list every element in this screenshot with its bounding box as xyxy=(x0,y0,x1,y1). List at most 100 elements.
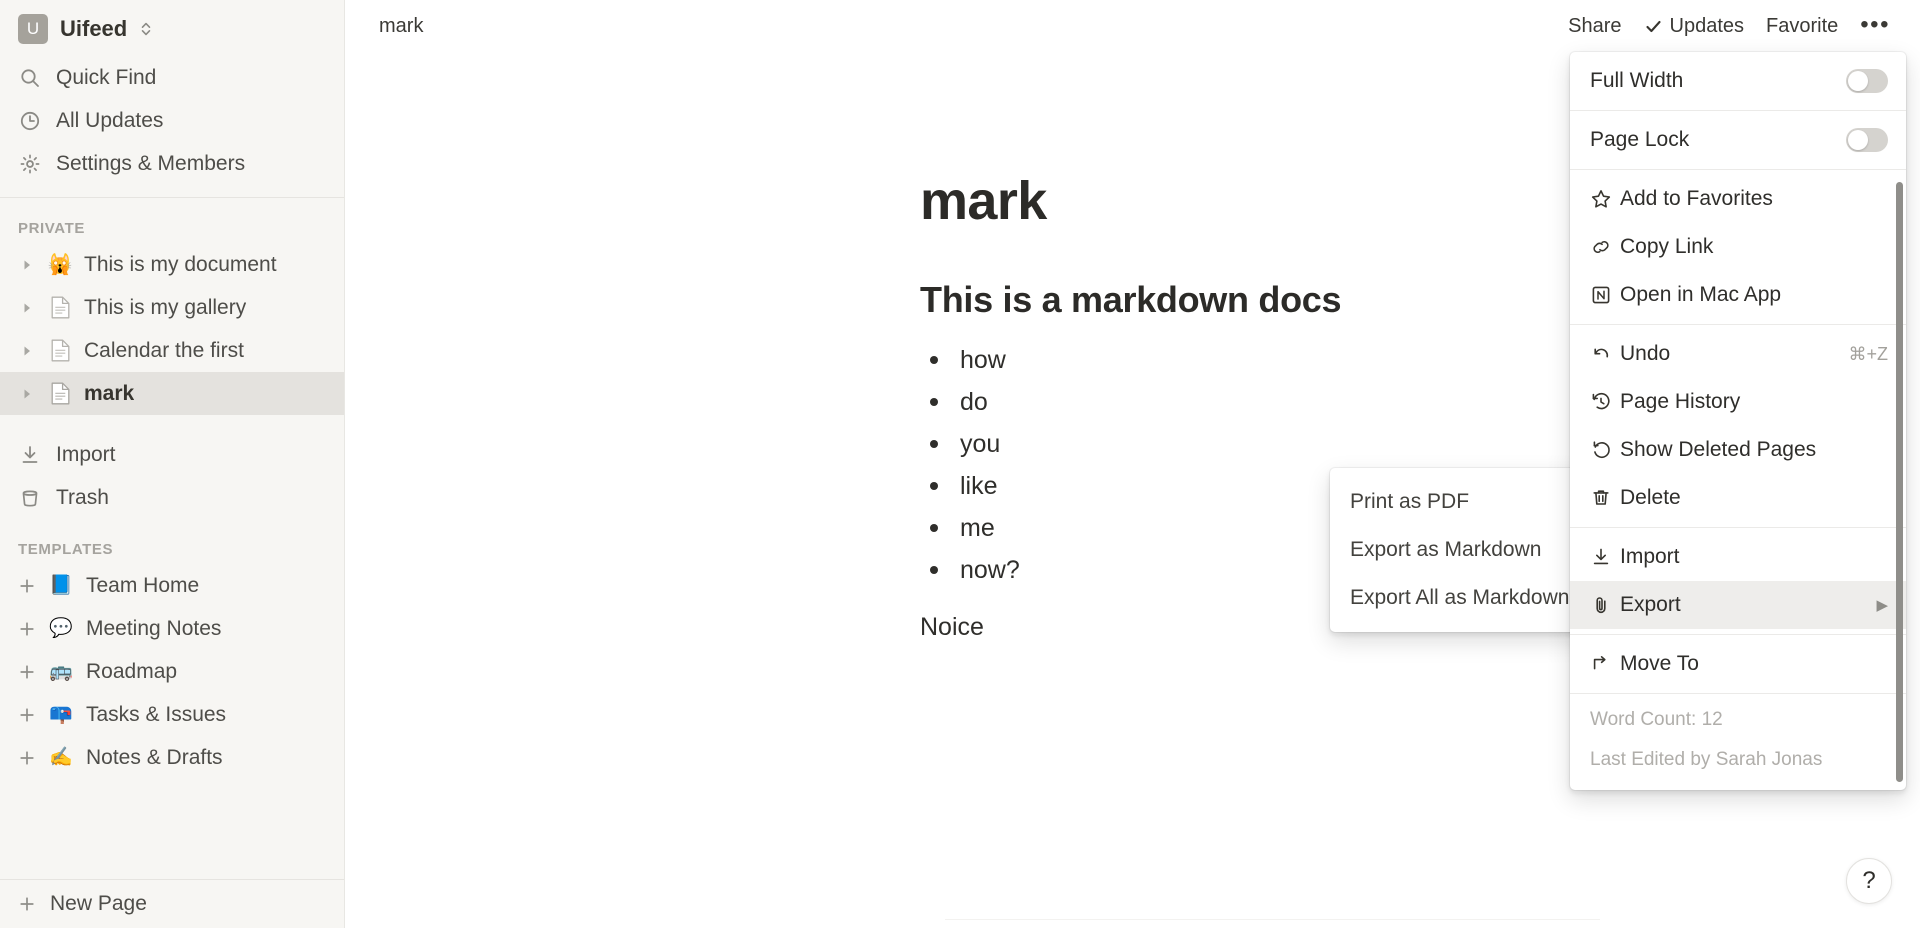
sidebar-item-settings-members[interactable]: Settings & Members xyxy=(0,142,344,185)
bullet-icon xyxy=(930,398,938,407)
menu-item-undo[interactable]: Undo ⌘+Z xyxy=(1570,330,1906,378)
topbar-actions: Share Updates Favorite ••• xyxy=(1560,10,1898,43)
sidebar-item-quick-find[interactable]: Quick Find xyxy=(0,56,344,99)
plus-icon[interactable] xyxy=(18,706,36,724)
sidebar-template-label: Team Home xyxy=(86,573,200,597)
menu-item-copy-link[interactable]: Copy Link xyxy=(1570,223,1906,271)
app-root: U Uifeed Quick Find All Updates Settings… xyxy=(0,0,1920,928)
menu-item-open-in-mac-app[interactable]: Open in Mac App xyxy=(1570,271,1906,319)
sidebar-template-label: Tasks & Issues xyxy=(86,702,227,726)
menu-item-label: Move To xyxy=(1620,652,1699,675)
sidebar-template-meeting-notes[interactable]: 💬 Meeting Notes xyxy=(0,607,344,650)
menu-item-show-deleted-pages[interactable]: Show Deleted Pages xyxy=(1570,426,1906,474)
template-team-home-icon: 📘 xyxy=(49,575,73,596)
clock-icon xyxy=(18,109,42,133)
full-width-toggle[interactable] xyxy=(1846,69,1888,93)
page-options-menu: Full Width Page Lock Add to Favorites Co… xyxy=(1570,52,1906,790)
plus-icon[interactable] xyxy=(18,620,36,638)
breadcrumb[interactable]: mark xyxy=(373,11,429,42)
sidebar-page-calendar-the-first[interactable]: Calendar the first xyxy=(0,329,344,372)
trash-icon xyxy=(18,486,42,510)
menu-item-export[interactable]: Export ▶ xyxy=(1570,581,1906,629)
menu-section-history: Undo ⌘+Z Page History Show Deleted Pages… xyxy=(1570,324,1906,527)
move-to-icon xyxy=(1590,653,1620,675)
chevron-right-icon[interactable] xyxy=(18,256,36,274)
menu-item-page-lock[interactable]: Page Lock xyxy=(1570,116,1906,164)
new-page-button[interactable]: New Page xyxy=(0,880,344,928)
menu-section-toggles: Full Width xyxy=(1570,52,1906,110)
ellipsis-icon[interactable]: ••• xyxy=(1852,13,1898,38)
sidebar-template-team-home[interactable]: 📘 Team Home xyxy=(0,564,344,607)
menu-item-label: Undo xyxy=(1620,342,1671,365)
updates-button[interactable]: Updates xyxy=(1636,10,1753,43)
list-item-label: how xyxy=(960,345,1006,374)
sidebar-item-trash[interactable]: Trash xyxy=(0,476,344,519)
sidebar-item-label: Import xyxy=(56,442,116,466)
workspace-switcher[interactable]: U Uifeed xyxy=(0,0,344,56)
help-button[interactable]: ? xyxy=(1846,858,1892,904)
menu-scrollbar[interactable] xyxy=(1896,182,1903,782)
plus-icon[interactable] xyxy=(18,663,36,681)
sidebar-item-import[interactable]: Import xyxy=(0,433,344,476)
sidebar-footer: New Page xyxy=(0,879,344,928)
search-icon xyxy=(18,66,42,90)
menu-footer: Word Count: 12 Last Edited by Sarah Jona… xyxy=(1570,693,1906,790)
top-bar: mark Share Updates Favorite ••• xyxy=(345,0,1920,52)
menu-item-delete[interactable]: Delete xyxy=(1570,474,1906,522)
bullet-icon xyxy=(930,524,938,533)
workspace-avatar: U xyxy=(18,14,48,44)
menu-item-add-to-favorites[interactable]: Add to Favorites xyxy=(1570,175,1906,223)
import-icon xyxy=(1590,546,1620,568)
bottom-divider xyxy=(945,919,1600,920)
updates-label: Updates xyxy=(1669,14,1745,37)
chevron-right-icon[interactable] xyxy=(18,385,36,403)
template-roadmap-icon: 🚌 xyxy=(49,661,73,682)
menu-item-full-width[interactable]: Full Width xyxy=(1570,57,1906,105)
sidebar-section-private-title: PRIVATE xyxy=(18,220,85,237)
favorite-button[interactable]: Favorite xyxy=(1758,10,1846,43)
gear-icon xyxy=(18,152,42,176)
template-meeting-notes-icon: 💬 xyxy=(49,618,73,639)
template-tasks-issues-icon: 📪 xyxy=(49,704,73,725)
plus-icon xyxy=(18,895,36,913)
share-button[interactable]: Share xyxy=(1560,10,1629,43)
plus-icon[interactable] xyxy=(18,749,36,767)
sidebar-template-label: Notes & Drafts xyxy=(86,745,223,769)
chevron-right-icon[interactable] xyxy=(18,299,36,317)
sidebar-page-mark[interactable]: mark xyxy=(0,372,344,415)
restore-icon xyxy=(1590,439,1620,461)
page-lock-toggle[interactable] xyxy=(1846,128,1888,152)
sidebar-page-this-is-my-document[interactable]: 🙀 This is my document xyxy=(0,243,344,286)
main-area: mark Share Updates Favorite ••• mark Thi… xyxy=(345,0,1920,928)
menu-item-page-history[interactable]: Page History xyxy=(1570,378,1906,426)
workspace-name: Uifeed xyxy=(60,16,128,41)
list-item-label: do xyxy=(960,387,988,416)
new-page-label: New Page xyxy=(50,892,147,915)
page-history-icon xyxy=(1590,391,1620,413)
menu-item-label: Copy Link xyxy=(1620,235,1714,258)
sidebar-template-roadmap[interactable]: 🚌 Roadmap xyxy=(0,650,344,693)
page-doc-icon xyxy=(47,296,73,319)
sidebar-item-all-updates[interactable]: All Updates xyxy=(0,99,344,142)
menu-item-label: Add to Favorites xyxy=(1620,187,1773,210)
sidebar-template-tasks-issues[interactable]: 📪 Tasks & Issues xyxy=(0,693,344,736)
menu-item-import[interactable]: Import xyxy=(1570,533,1906,581)
bullet-icon xyxy=(930,440,938,449)
menu-item-label: Open in Mac App xyxy=(1620,283,1782,306)
menu-item-label: Page History xyxy=(1620,390,1741,413)
last-edited-by: Last Edited by Sarah Jonas xyxy=(1590,749,1823,770)
undo-icon xyxy=(1590,343,1620,365)
menu-section-transfer: Import Export ▶ xyxy=(1570,527,1906,634)
import-icon xyxy=(18,443,42,467)
plus-icon[interactable] xyxy=(18,577,36,595)
link-icon xyxy=(1590,236,1620,258)
chevron-right-icon[interactable] xyxy=(18,342,36,360)
list-item-label: now? xyxy=(960,555,1020,584)
menu-item-move-to[interactable]: Move To xyxy=(1570,640,1906,688)
sidebar-template-notes-drafts[interactable]: ✍️ Notes & Drafts xyxy=(0,736,344,779)
paperclip-icon xyxy=(1590,594,1620,616)
sidebar-item-label: Trash xyxy=(56,485,109,509)
page-doc-icon xyxy=(47,339,73,362)
list-item-label: you xyxy=(960,429,1001,458)
sidebar-page-this-is-my-gallery[interactable]: This is my gallery xyxy=(0,286,344,329)
